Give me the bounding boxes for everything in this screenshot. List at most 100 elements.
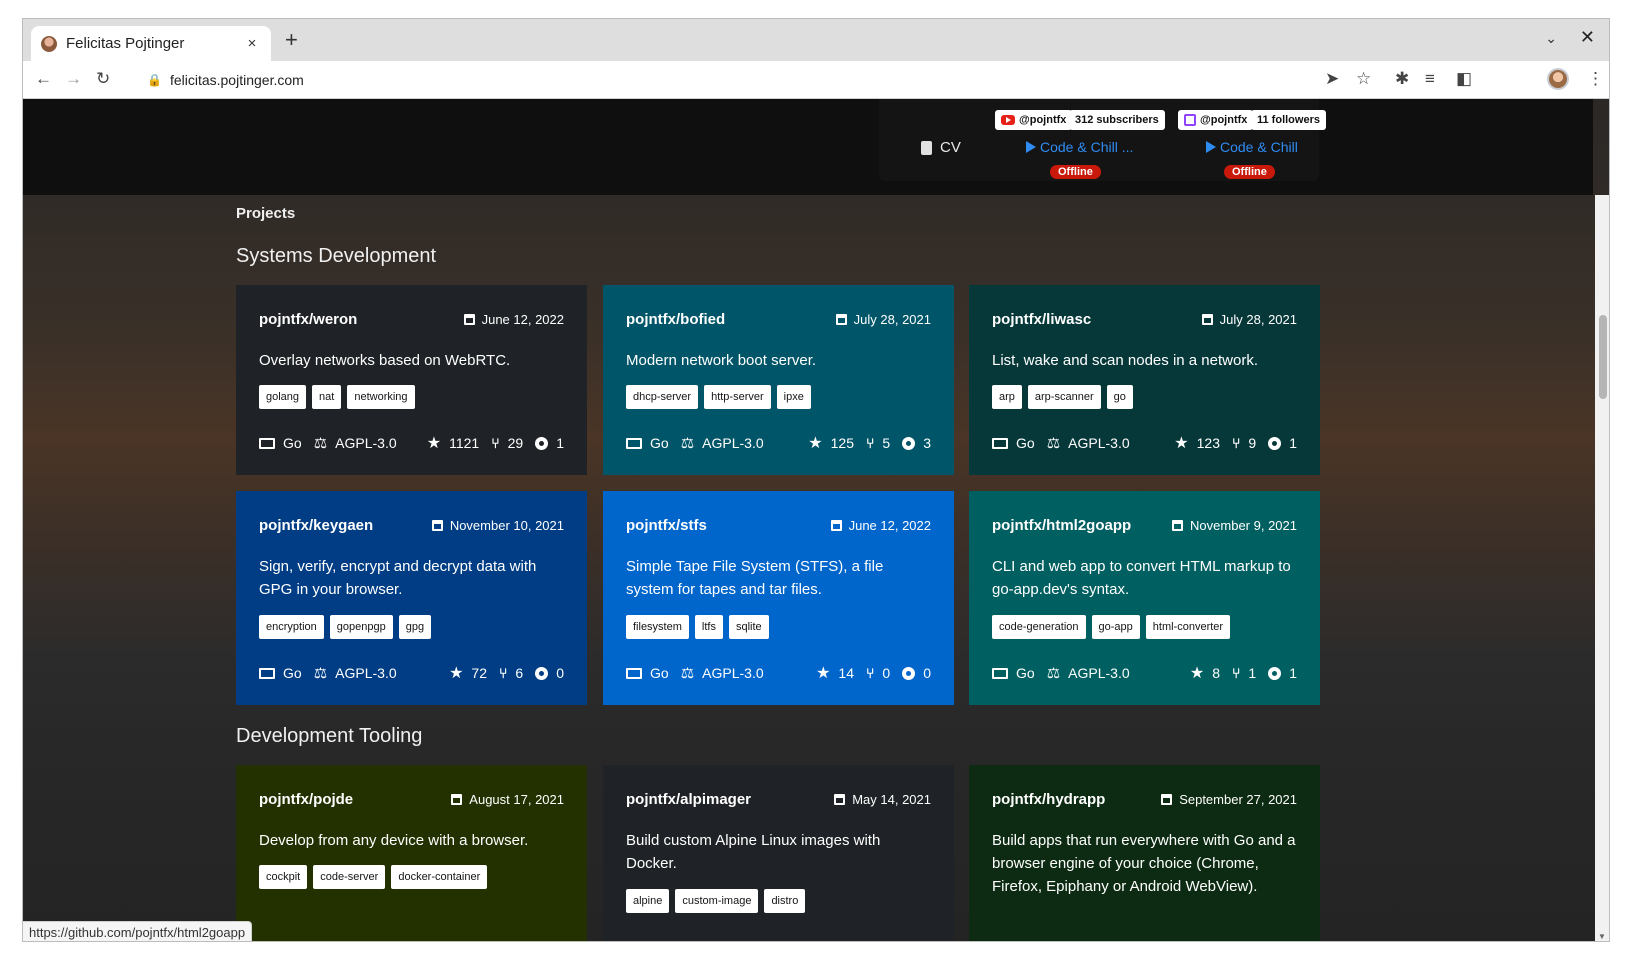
side-panel-icon[interactable]: ◧: [1456, 69, 1472, 89]
section-title-systems: Systems Development: [236, 245, 437, 267]
project-card[interactable]: pojntfx/weron June 12, 2022 Overlay networ…: [236, 285, 587, 475]
scrollbar-thumb[interactable]: [1599, 315, 1607, 399]
topic-tag[interactable]: ipxe: [776, 385, 811, 409]
topic-tag[interactable]: arp-scanner: [1027, 385, 1101, 409]
project-card[interactable]: pojntfx/pojde August 17, 2021 Develop from…: [236, 765, 587, 941]
repo-name-link[interactable]: pojntfx/stfs: [626, 517, 707, 534]
repo-name-link[interactable]: pojntfx/weron: [259, 311, 357, 328]
calendar-icon: [834, 794, 846, 805]
youtube-subscriber-count: 312 subscribers: [1069, 110, 1165, 130]
fork-icon: ⑂: [866, 435, 875, 451]
card-date: July 28, 2021: [1201, 312, 1297, 327]
twitch-handle: @pojntfx: [1200, 114, 1248, 126]
project-card[interactable]: pojntfx/html2goapp November 9, 2021 CLI an…: [969, 491, 1320, 705]
twitch-stream-link[interactable]: Code & Chill: [1206, 139, 1298, 155]
issue-count: 1: [1289, 435, 1297, 451]
card-description: Overlay networks based on WebRTC.: [259, 352, 511, 369]
page-viewport: CV @pojntfx 312 subscribers Code & Chill…: [23, 99, 1609, 941]
profile-avatar[interactable]: [1547, 68, 1569, 90]
topic-tag[interactable]: gopenpgp: [329, 615, 393, 639]
url-text[interactable]: felicitas.pojtinger.com: [170, 72, 304, 88]
tag-list: cockpit code-server docker-container: [259, 865, 564, 889]
scroll-down-arrow-icon[interactable]: ▼: [1598, 932, 1606, 941]
card-footer: Go ⚖ AGPL-3.0 ★ 72 ⑂ 6 0: [259, 663, 564, 683]
license-scale-icon: ⚖: [680, 435, 695, 452]
youtube-stream-link[interactable]: Code & Chill ...: [1026, 139, 1133, 155]
license-scale-icon: ⚖: [313, 665, 328, 682]
topic-tag[interactable]: gpg: [398, 615, 432, 639]
topic-tag[interactable]: networking: [347, 385, 415, 409]
repo-name-link[interactable]: pojntfx/alpimager: [626, 791, 751, 808]
topic-tag[interactable]: nat: [312, 385, 342, 409]
close-tab-icon[interactable]: ×: [243, 35, 261, 52]
bookmark-star-icon[interactable]: ☆: [1356, 69, 1371, 89]
date-text: June 12, 2022: [481, 312, 564, 327]
youtube-handle-chip[interactable]: @pojntfx: [995, 110, 1073, 130]
topic-tag[interactable]: sqlite: [728, 615, 769, 639]
topic-tag[interactable]: html-converter: [1145, 615, 1231, 639]
topic-tag[interactable]: cockpit: [259, 865, 308, 889]
topic-tag[interactable]: http-server: [704, 385, 771, 409]
share-icon[interactable]: ➤: [1325, 69, 1339, 89]
topic-tag[interactable]: code-server: [313, 865, 386, 889]
topic-tag[interactable]: encryption: [259, 615, 324, 639]
card-date: June 12, 2022: [463, 312, 564, 327]
project-card[interactable]: pojntfx/stfs June 12, 2022 Simple Tape Fil…: [603, 491, 954, 705]
topic-tag[interactable]: dhcp-server: [626, 385, 699, 409]
browser-tab[interactable]: Felicitas Pojtinger ×: [31, 26, 271, 61]
lock-icon[interactable]: 🔒: [147, 73, 162, 87]
extensions-puzzle-icon[interactable]: ✱: [1395, 69, 1409, 89]
topic-tag[interactable]: go: [1106, 385, 1133, 409]
issue-count: 1: [556, 435, 564, 451]
issue-icon: [902, 666, 916, 680]
topic-tag[interactable]: arp: [992, 385, 1022, 409]
card-footer: Go ⚖ AGPL-3.0 ★ 1121 ⑂ 29 1: [259, 433, 564, 453]
play-icon: [1206, 141, 1216, 153]
issue-icon: [1268, 436, 1282, 450]
repo-name-link[interactable]: pojntfx/liwasc: [992, 311, 1091, 328]
project-card[interactable]: pojntfx/liwasc July 28, 2021 List, wake an…: [969, 285, 1320, 475]
language-label: Go: [1016, 665, 1035, 681]
topic-tag[interactable]: code-generation: [992, 615, 1086, 639]
reload-icon[interactable]: ↻: [96, 69, 110, 89]
twitch-handle-chip[interactable]: @pojntfx: [1178, 110, 1254, 130]
window-close-icon[interactable]: ✕: [1580, 27, 1595, 48]
media-control-icon[interactable]: ≡: [1425, 69, 1435, 89]
project-card[interactable]: pojntfx/bofied July 28, 2021 Modern networ…: [603, 285, 954, 475]
fork-count: 5: [882, 435, 891, 451]
fork-icon: ⑂: [866, 665, 875, 681]
topic-tag[interactable]: alpine: [626, 889, 670, 913]
browser-menu-icon[interactable]: ⋮: [1587, 69, 1604, 89]
address-bar[interactable]: 🔒 felicitas.pojtinger.com: [135, 66, 1445, 94]
project-card[interactable]: pojntfx/alpimager May 14, 2021 Build custo…: [603, 765, 954, 941]
topic-tag[interactable]: filesystem: [626, 615, 689, 639]
card-footer: Go ⚖ AGPL-3.0 ★ 8 ⑂ 1 1: [992, 663, 1297, 683]
calendar-icon: [451, 794, 463, 805]
license-label: AGPL-3.0: [702, 435, 764, 451]
repo-name-link[interactable]: pojntfx/pojde: [259, 791, 353, 808]
project-card[interactable]: pojntfx/hydrapp September 27, 2021 Build a…: [969, 765, 1320, 941]
forward-arrow-icon[interactable]: →: [65, 69, 82, 89]
topic-tag[interactable]: docker-container: [391, 865, 488, 889]
issue-count: 0: [923, 665, 931, 681]
topic-tag[interactable]: distro: [764, 889, 806, 913]
page-scrollbar[interactable]: ▼: [1595, 195, 1609, 941]
topic-tag[interactable]: go-app: [1091, 615, 1140, 639]
project-card[interactable]: pojntfx/keygaen November 10, 2021 Sign, ve…: [236, 491, 587, 705]
new-tab-button[interactable]: +: [285, 29, 298, 51]
repo-name-link[interactable]: pojntfx/bofied: [626, 311, 725, 328]
topic-tag[interactable]: golang: [259, 385, 307, 409]
topic-tag[interactable]: ltfs: [694, 615, 723, 639]
cv-link[interactable]: CV: [921, 139, 961, 156]
back-arrow-icon[interactable]: ←: [35, 69, 52, 89]
tag-list: filesystem ltfs sqlite: [626, 615, 931, 639]
license-label: AGPL-3.0: [335, 435, 397, 451]
tab-search-chevron-icon[interactable]: ⌄: [1545, 30, 1557, 47]
repo-name-link[interactable]: pojntfx/html2goapp: [992, 517, 1131, 534]
card-header: pojntfx/stfs June 12, 2022: [626, 517, 931, 534]
language-icon: [992, 667, 1008, 679]
repo-name-link[interactable]: pojntfx/keygaen: [259, 517, 373, 534]
topic-tag[interactable]: custom-image: [675, 889, 759, 913]
fork-icon: ⑂: [499, 665, 508, 681]
repo-name-link[interactable]: pojntfx/hydrapp: [992, 791, 1105, 808]
